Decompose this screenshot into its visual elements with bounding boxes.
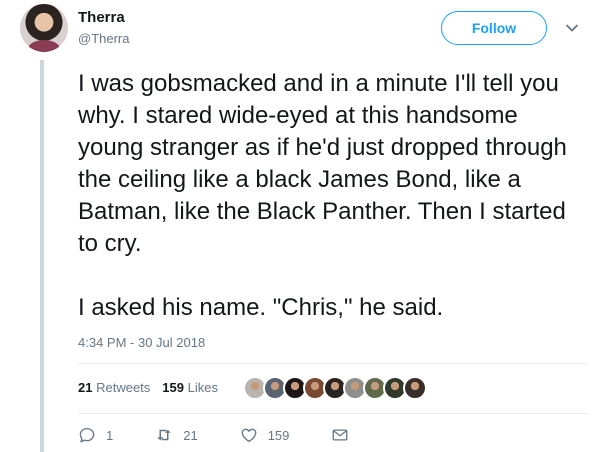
avatar-shirt: [28, 40, 60, 52]
avatar[interactable]: [20, 4, 68, 52]
reply-count: 1: [106, 427, 114, 443]
user-handle[interactable]: @Therra: [78, 31, 130, 46]
envelope-icon: [332, 429, 348, 441]
like-count: 159: [267, 427, 290, 443]
like-button[interactable]: 159: [240, 426, 290, 444]
tweet-text: I was gobsmacked and in a minute I'll te…: [78, 68, 588, 324]
retweet-count: 21: [183, 427, 198, 443]
tweet-actions: 1 21 159: [78, 426, 391, 444]
divider: [78, 363, 588, 364]
retweet-button[interactable]: 21: [155, 426, 198, 444]
retweets-count: 21: [78, 380, 93, 395]
likes-count: 159: [162, 380, 184, 395]
likes-stat[interactable]: 159 Likes: [162, 380, 218, 395]
retweets-stat[interactable]: 21 Retweets: [78, 380, 150, 395]
follow-button[interactable]: Follow: [441, 11, 547, 45]
heart-icon: [241, 428, 257, 443]
liker-avatar[interactable]: [403, 376, 427, 400]
chevron-down-icon[interactable]: [564, 20, 580, 36]
thread-line: [40, 60, 44, 452]
tweet-paragraph: I was gobsmacked and in a minute I'll te…: [78, 70, 567, 257]
liker-avatars: [243, 376, 427, 400]
retweet-icon: [157, 429, 171, 441]
likes-label: Likes: [187, 380, 218, 395]
message-button[interactable]: [331, 426, 349, 444]
tweet-paragraph: I asked his name. "Chris," he said.: [78, 294, 444, 321]
divider: [78, 413, 588, 414]
retweets-label: Retweets: [96, 380, 151, 395]
user-name[interactable]: Therra: [78, 9, 125, 26]
tweet-timestamp[interactable]: 4:34 PM - 30 Jul 2018: [78, 335, 205, 350]
reply-button[interactable]: 1: [78, 426, 113, 444]
engagement-stats: 21 Retweets 159 Likes: [78, 380, 218, 395]
reply-icon: [79, 427, 95, 443]
